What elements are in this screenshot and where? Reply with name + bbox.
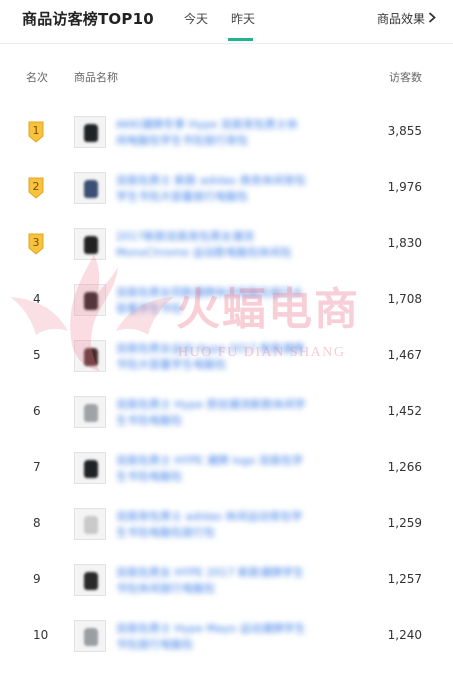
visitor-count: 1,830	[387, 236, 422, 250]
table-row[interactable]: 8 双肩背包男士 adidas 休闲运动背包学生书包电脑包旅行包 1,259	[0, 508, 453, 568]
tab-today[interactable]: 今天	[184, 10, 208, 27]
rank-number: 1	[32, 124, 40, 137]
visitor-count: 1,708	[387, 292, 422, 306]
visitor-count: 1,452	[387, 404, 422, 418]
product-thumbnail[interactable]	[74, 340, 106, 372]
visitor-count: 1,259	[387, 516, 422, 530]
visitor-count: 3,855	[387, 124, 422, 138]
active-tab-indicator	[228, 38, 253, 41]
column-header-rank: 名次	[26, 71, 48, 84]
product-name-link[interactable]: 双肩包男士 Hype Mayo 运动潮牌学生书包旅行电脑包	[116, 621, 306, 653]
product-image	[84, 292, 98, 310]
product-name-link[interactable]: 双肩包男士 新款 adidas 商务休闲背包学生书包大容量旅行电脑包	[116, 173, 306, 205]
rank-number: 9	[33, 572, 41, 586]
rank-number: 7	[33, 460, 41, 474]
product-thumbnail[interactable]	[74, 620, 106, 652]
tab-yesterday[interactable]: 昨天	[231, 10, 255, 27]
product-image	[84, 124, 98, 142]
product-thumbnail[interactable]	[74, 172, 106, 204]
product-image	[84, 236, 98, 254]
product-thumbnail[interactable]	[74, 564, 106, 596]
table-row[interactable]: 2 双肩包男士 新款 adidas 商务休闲背包学生书包大容量旅行电脑包 1,976	[0, 172, 453, 232]
visitor-count: 1,976	[387, 180, 422, 194]
chevron-right-icon[interactable]	[428, 12, 436, 23]
visitor-top10-panel: 商品访客榜TOP10 今天 昨天 商品效果 名次 商品名称 访客数 1 AKKI潮…	[0, 0, 453, 675]
rank-medal-icon: 3	[26, 233, 46, 255]
table-row[interactable]: 1 AKKI潮牌冬季 Hype 双肩背包男士休闲电脑包学生书包旅行背包 3,855	[0, 116, 453, 176]
table-row[interactable]: 9 双肩包男女 HYPE 2017 新款潮牌学生书包休闲旅行电脑包 1,257	[0, 564, 453, 624]
visitor-count: 1,257	[387, 572, 422, 586]
product-thumbnail[interactable]	[74, 396, 106, 428]
product-name-link[interactable]: 2017新款双肩背包男女潮流 MonoChrome 运动款电脑包休闲包	[116, 229, 306, 261]
table-row[interactable]: 6 双肩包男士 Hype 原创潮流新款休闲学生书包电脑包 1,452	[0, 396, 453, 456]
rank-number: 10	[33, 628, 49, 642]
visitor-count: 1,467	[387, 348, 422, 362]
visitor-count: 1,266	[387, 460, 422, 474]
panel-header: 商品访客榜TOP10 今天 昨天 商品效果	[0, 0, 453, 44]
product-image	[84, 180, 98, 198]
visitor-count: 1,240	[387, 628, 422, 642]
product-image	[84, 516, 98, 534]
product-thumbnail[interactable]	[74, 508, 106, 540]
product-name-link[interactable]: 双肩包男士 HYPE 潮牌 logo 双肩包学生书包电脑包	[116, 453, 306, 485]
column-header-visitors: 访客数	[389, 71, 422, 84]
product-name-link[interactable]: 双肩背包男士 adidas 休闲运动背包学生书包电脑包旅行包	[116, 509, 306, 541]
rank-number: 5	[33, 348, 41, 362]
panel-title: 商品访客榜TOP10	[22, 10, 154, 28]
product-thumbnail[interactable]	[74, 228, 106, 260]
product-effect-link[interactable]: 商品效果	[377, 10, 425, 27]
product-name-link[interactable]: 双肩包男女 HYPE 2017 新款潮牌学生书包休闲旅行电脑包	[116, 565, 306, 597]
rank-medal-icon: 1	[26, 121, 46, 143]
table-row[interactable]: 3 2017新款双肩背包男女潮流 MonoChrome 运动款电脑包休闲包 1,83…	[0, 228, 453, 288]
column-header-product-name: 商品名称	[74, 71, 118, 84]
product-name-link[interactable]: 双肩包男女运动 Hype 2017 新款潮牌书包大容量学生电脑包	[116, 341, 306, 373]
table-row[interactable]: 4 双肩包男女同款潮牌休闲电脑包旅行大容量学生书包 1,708	[0, 284, 453, 344]
product-name-link[interactable]: AKKI潮牌冬季 Hype 双肩背包男士休闲电脑包学生书包旅行背包	[116, 117, 306, 149]
product-thumbnail[interactable]	[74, 284, 106, 316]
rank-number: 4	[33, 292, 41, 306]
product-image	[84, 572, 98, 590]
table-row[interactable]: 7 双肩包男士 HYPE 潮牌 logo 双肩包学生书包电脑包 1,266	[0, 452, 453, 512]
rank-medal-icon: 2	[26, 177, 46, 199]
product-image	[84, 460, 98, 478]
product-image	[84, 348, 98, 366]
rank-number: 3	[32, 236, 40, 249]
product-thumbnail[interactable]	[74, 452, 106, 484]
rank-number: 8	[33, 516, 41, 530]
product-name-link[interactable]: 双肩包男士 Hype 原创潮流新款休闲学生书包电脑包	[116, 397, 306, 429]
rank-number: 6	[33, 404, 41, 418]
product-name-link[interactable]: 双肩包男女同款潮牌休闲电脑包旅行大容量学生书包	[116, 285, 306, 317]
product-thumbnail[interactable]	[74, 116, 106, 148]
product-image	[84, 628, 98, 646]
rank-number: 2	[32, 180, 40, 193]
table-row[interactable]: 10 双肩包男士 Hype Mayo 运动潮牌学生书包旅行电脑包 1,240	[0, 620, 453, 675]
table-row[interactable]: 5 双肩包男女运动 Hype 2017 新款潮牌书包大容量学生电脑包 1,467	[0, 340, 453, 400]
product-image	[84, 404, 98, 422]
